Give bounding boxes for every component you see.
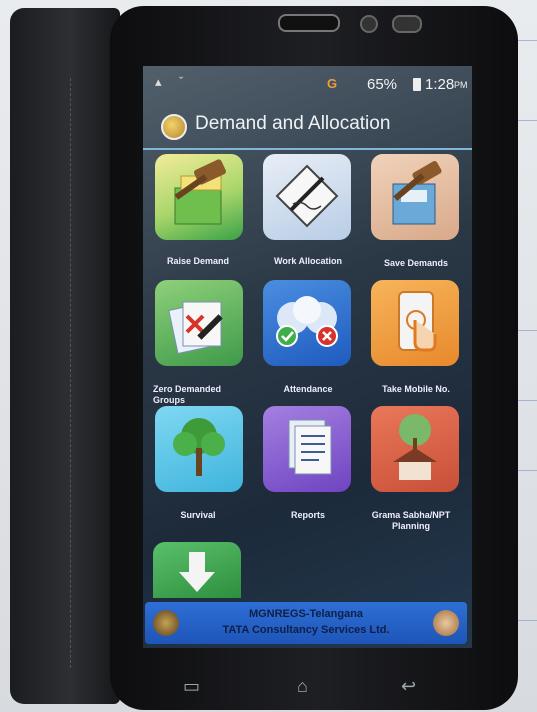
tile-reports[interactable]: [263, 406, 351, 492]
partner-logo-icon: [433, 610, 459, 636]
tile-label: Raise Demand: [166, 256, 230, 266]
case-stitch: [70, 78, 72, 668]
mobile-touch-icon: [398, 291, 437, 352]
signal-icon: G: [327, 76, 338, 91]
tile-label: Grama Sabha/NPT Planning: [371, 510, 451, 531]
footer-title: MGNREGS-Telangana: [248, 608, 364, 620]
phone-screen: ▴ ˇ G 65% 1:28 PM Demand and Allocation …: [143, 66, 472, 648]
earpiece-speaker: [278, 14, 340, 32]
download-arrow-icon: [179, 552, 215, 592]
tile-label: Save Demands: [383, 258, 449, 268]
tile-survival[interactable]: [155, 406, 243, 492]
notification-icon: ▴: [155, 74, 162, 89]
gavel-save-icon: [392, 161, 442, 225]
footer-company: TATA Consultancy Services Ltd.: [222, 624, 390, 636]
battery-icon: [413, 78, 421, 91]
footer-banner: MGNREGS-Telangana TATA Consultancy Servi…: [145, 602, 467, 644]
tile-label: Reports: [290, 510, 325, 520]
signing-document-icon: [275, 164, 339, 228]
tile-label: Zero Demanded Groups: [153, 384, 222, 405]
tile-save-demands[interactable]: [371, 154, 459, 240]
tile-label: Work Allocation: [273, 256, 342, 266]
tile-raise-demand[interactable]: [155, 154, 243, 240]
android-nav-bar: ▭ ⌂ ↩: [143, 672, 472, 702]
tile-attendance[interactable]: [263, 280, 351, 366]
tile-label: Survival: [180, 510, 216, 520]
attendance-people-icon: [276, 296, 338, 347]
tree-icon: [173, 418, 225, 476]
clock-time: 1:28: [425, 76, 455, 93]
battery-percentage: 65%: [367, 76, 398, 93]
front-camera: [360, 15, 378, 33]
tile-label: Attendance: [283, 384, 333, 394]
tile-take-mobile-no[interactable]: [371, 280, 459, 366]
clock-ampm: PM: [454, 80, 468, 90]
app-logo-icon[interactable]: [161, 114, 187, 140]
phone-case-flap: [10, 8, 120, 704]
tile-zero-demanded-groups[interactable]: [155, 280, 243, 366]
reports-document-icon: [288, 419, 332, 475]
page-title: Demand and Allocation: [195, 113, 391, 134]
status-bar: ▴ ˇ G 65% 1:28 PM: [143, 66, 472, 102]
home-icon[interactable]: ⌂: [297, 676, 308, 697]
zero-demand-icon: [168, 301, 223, 355]
recent-apps-icon[interactable]: ▭: [183, 676, 200, 697]
tree-house-icon: [393, 414, 437, 480]
tile-work-allocation[interactable]: [263, 154, 351, 240]
tile-download[interactable]: [153, 542, 241, 598]
gavel-ballot-icon: [174, 159, 226, 225]
back-icon[interactable]: ↩: [401, 676, 416, 697]
proximity-sensor: [392, 15, 422, 33]
tile-label: Take Mobile No.: [382, 384, 450, 394]
tile-grama-sabha-planning[interactable]: [371, 406, 459, 492]
alarm-off-icon: ˇ: [179, 74, 184, 89]
app-bar: Demand and Allocation: [143, 104, 472, 150]
